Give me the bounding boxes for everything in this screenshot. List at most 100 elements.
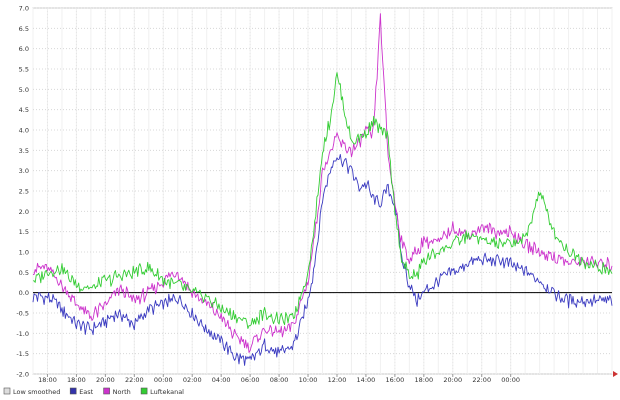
data-point-luftekanal — [387, 137, 389, 139]
legend-label: Luftekanal — [150, 388, 184, 396]
data-point-luftekanal — [568, 251, 570, 253]
plot-background — [0, 0, 620, 400]
data-point-east — [466, 263, 468, 265]
y-tick-label: 2.5 — [19, 188, 29, 196]
data-point-north — [278, 333, 280, 335]
y-tick-label: 5.5 — [19, 66, 29, 74]
data-point-east — [351, 170, 353, 172]
data-point-north — [322, 170, 324, 172]
data-point-north — [206, 304, 208, 306]
data-point-luftekanal — [307, 272, 309, 274]
x-tick-label: 22:00 — [472, 376, 491, 384]
data-point-luftekanal — [423, 259, 425, 261]
y-tick-label: 0.0 — [19, 289, 29, 297]
data-point-east — [148, 308, 150, 310]
data-point-east — [372, 198, 374, 200]
data-point-luftekanal — [611, 272, 613, 274]
y-tick-label: 4.0 — [19, 127, 29, 135]
data-point-luftekanal — [329, 121, 331, 123]
data-point-east — [329, 170, 331, 172]
data-point-north — [47, 267, 49, 269]
data-point-east — [220, 341, 222, 343]
data-point-luftekanal — [495, 243, 497, 245]
data-point-luftekanal — [322, 150, 324, 152]
data-point-north — [329, 154, 331, 156]
data-point-north — [32, 267, 34, 269]
data-point-north — [372, 137, 374, 139]
data-point-north — [90, 316, 92, 318]
data-point-east — [206, 328, 208, 330]
data-point-north — [539, 251, 541, 253]
x-tick-label: 20:00 — [443, 376, 462, 384]
y-tick-label: -1.5 — [16, 350, 29, 358]
data-point-east — [343, 162, 345, 164]
data-point-luftekanal — [372, 121, 374, 123]
data-point-north — [314, 231, 316, 233]
data-point-east — [191, 312, 193, 314]
data-point-east — [293, 345, 295, 347]
data-point-luftekanal — [380, 129, 382, 131]
data-point-luftekanal — [191, 292, 193, 294]
y-tick-label: 6.0 — [19, 45, 29, 53]
data-point-north — [495, 231, 497, 233]
data-point-east — [76, 324, 78, 326]
data-point-luftekanal — [32, 280, 34, 282]
data-point-east — [553, 292, 555, 294]
data-point-east — [510, 263, 512, 265]
data-point-north — [568, 263, 570, 265]
data-point-north — [416, 251, 418, 253]
data-point-luftekanal — [105, 280, 107, 282]
data-point-luftekanal — [148, 267, 150, 269]
data-point-luftekanal — [351, 141, 353, 143]
x-tick-label: 14:00 — [357, 376, 376, 384]
data-point-luftekanal — [162, 280, 164, 282]
data-point-east — [568, 300, 570, 302]
y-tick-label: 5.0 — [19, 86, 29, 94]
y-tick-label: 3.5 — [19, 147, 29, 155]
legend-label: Low smoothed — [13, 388, 60, 396]
data-point-luftekanal — [119, 276, 121, 278]
data-point-east — [134, 324, 136, 326]
data-point-luftekanal — [76, 284, 78, 286]
data-point-luftekanal — [452, 243, 454, 245]
data-point-east — [322, 198, 324, 200]
data-point-luftekanal — [293, 316, 295, 318]
line-chart: 7.0 6.5 6.0 5.5 5.0 4.5 4.0 3.5 3.0 2.5 2.0 1.5 1.0 0… — [0, 0, 620, 400]
data-point-luftekanal — [336, 72, 338, 74]
data-point-east — [90, 328, 92, 330]
data-point-luftekanal — [235, 316, 237, 318]
data-point-north — [220, 316, 222, 318]
data-point-north — [387, 150, 389, 152]
data-point-north — [452, 227, 454, 229]
data-point-luftekanal — [438, 251, 440, 253]
data-point-east — [235, 357, 237, 359]
chart-container: 7.0 6.5 6.0 5.5 5.0 4.5 4.0 3.5 3.0 2.5 2.0 1.5 1.0 0… — [0, 0, 620, 400]
data-point-east — [481, 259, 483, 261]
x-tick-label: 18:00 — [67, 376, 86, 384]
data-point-north — [524, 243, 526, 245]
x-tick-label: 18:00 — [38, 376, 57, 384]
legend-swatch — [69, 387, 77, 395]
data-point-north — [553, 255, 555, 257]
data-point-north — [423, 239, 425, 241]
x-tick-label: 16:00 — [386, 376, 405, 384]
data-point-north — [365, 129, 367, 131]
data-point-east — [61, 308, 63, 310]
data-point-north — [293, 324, 295, 326]
x-tick-label: 22:00 — [125, 376, 144, 384]
data-point-luftekanal — [416, 276, 418, 278]
data-point-east — [611, 300, 613, 302]
data-point-luftekanal — [47, 272, 49, 274]
data-point-north — [148, 292, 150, 294]
data-point-east — [409, 284, 411, 286]
x-tick-label: 00:00 — [154, 376, 173, 384]
data-point-north — [177, 272, 179, 274]
data-point-luftekanal — [481, 239, 483, 241]
data-point-east — [380, 202, 382, 204]
data-point-east — [365, 182, 367, 184]
data-point-east — [358, 186, 360, 188]
y-tick-label: 6.5 — [19, 25, 29, 33]
x-tick-label: 00:00 — [501, 376, 520, 384]
data-point-north — [264, 328, 266, 330]
data-point-north — [105, 304, 107, 306]
